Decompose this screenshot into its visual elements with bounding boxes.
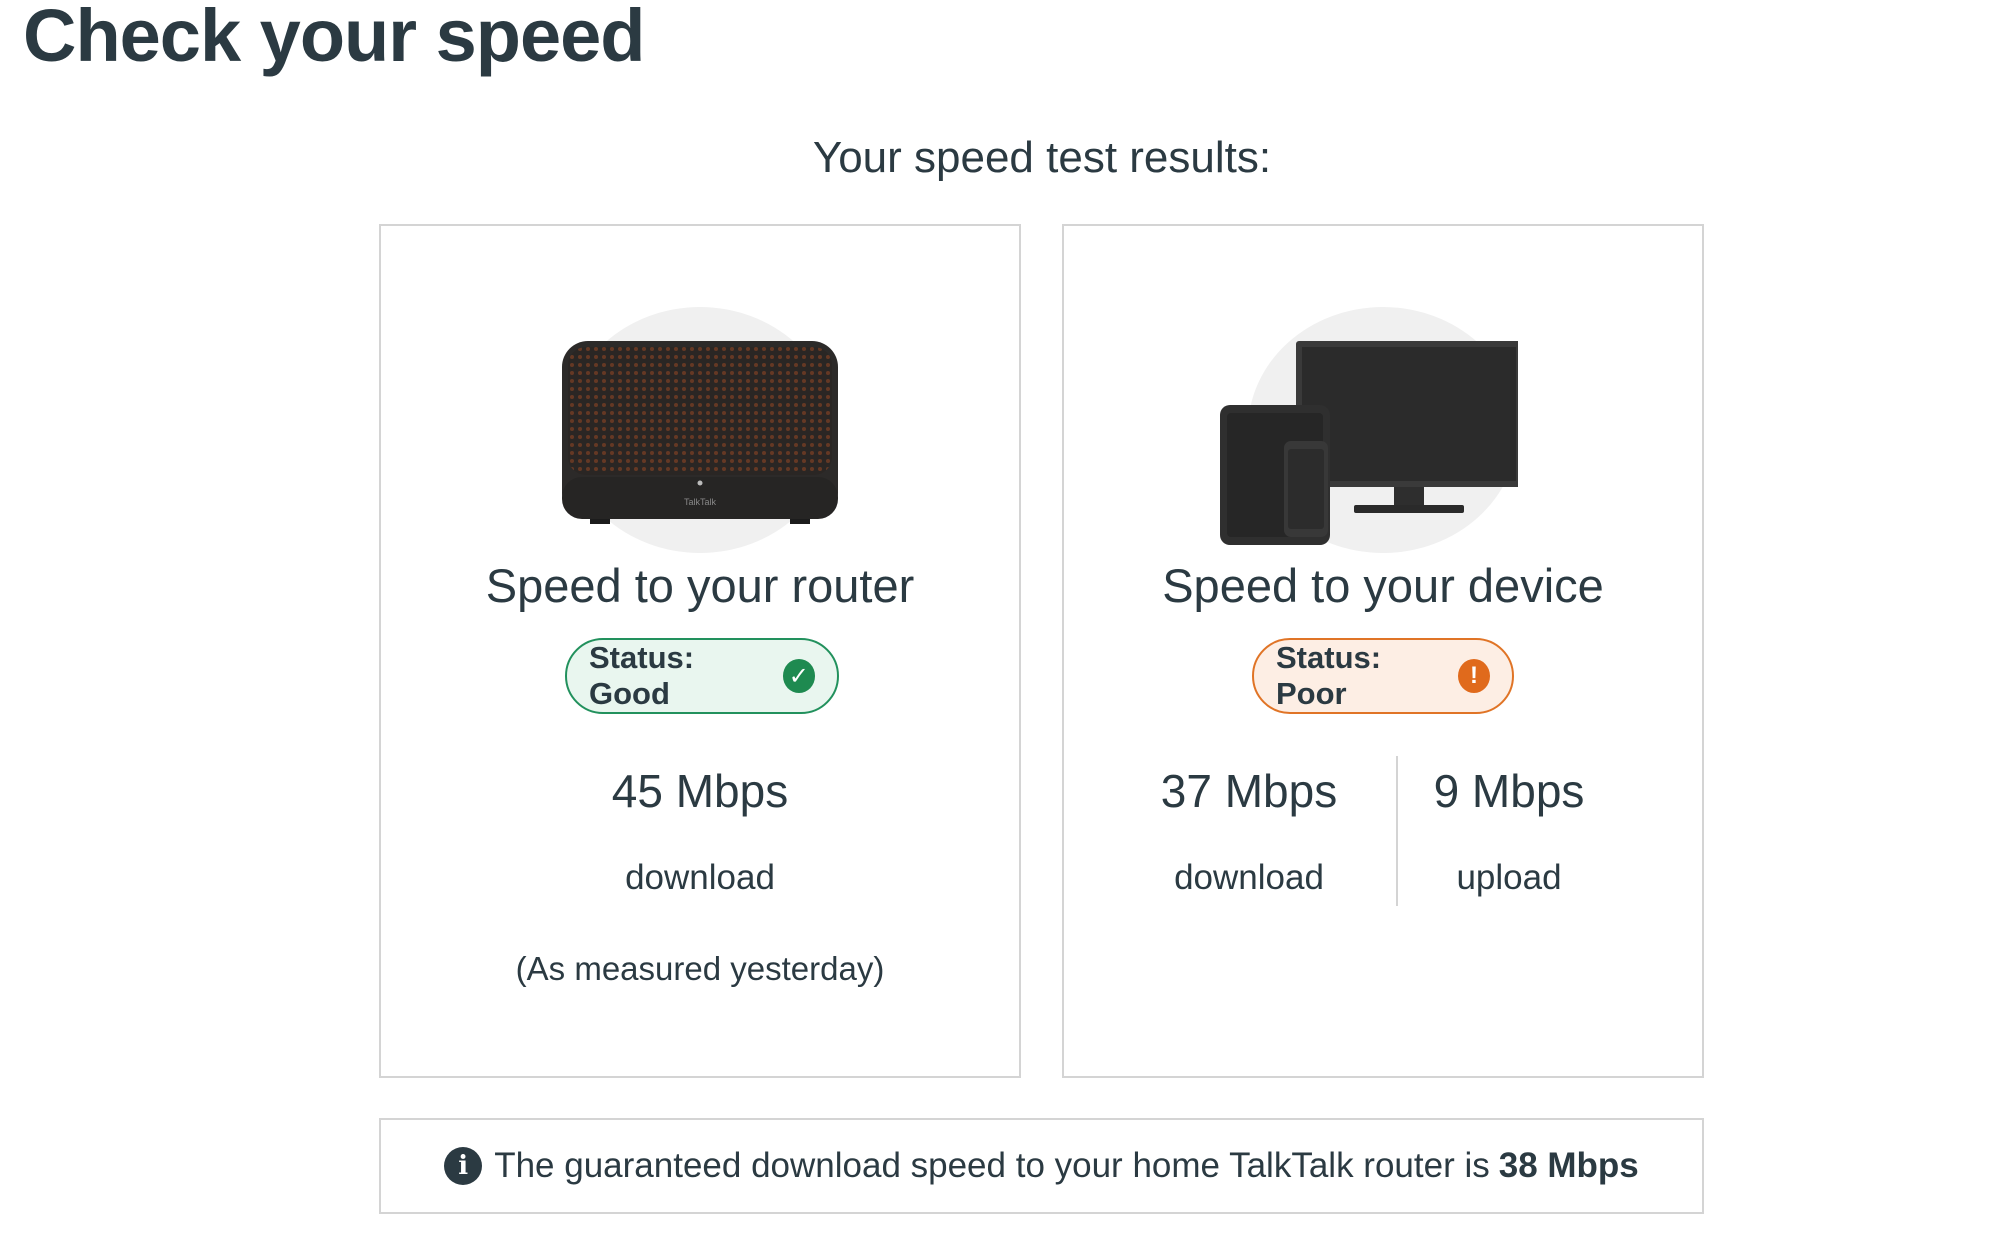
router-image: TalkTalk [562, 341, 838, 524]
device-upload-label: upload [1456, 858, 1562, 897]
device-speed-card: Speed to your device Status: Poor ! 37 M… [1062, 224, 1704, 1078]
svg-text:TalkTalk: TalkTalk [684, 497, 717, 507]
router-status-badge: Status: Good ✓ [565, 638, 839, 714]
check-circle-icon: ✓ [782, 659, 815, 693]
router-card-title: Speed to your router [485, 559, 915, 612]
devices-image [1220, 341, 1518, 545]
device-status-badge: Status: Poor ! [1252, 638, 1514, 714]
router-download-label: download [625, 858, 775, 897]
guaranteed-speed-info-bar: i The guaranteed download speed to your … [379, 1118, 1704, 1214]
speed-check-page: Check your speed Your speed test results… [0, 0, 2014, 1234]
router-illustration: TalkTalk [562, 307, 838, 553]
device-illustration [1220, 307, 1518, 553]
device-card-title: Speed to your device [1162, 559, 1604, 612]
router-status-label: Status: Good [589, 640, 695, 711]
info-icon: i [444, 1147, 483, 1185]
device-download-label: download [1174, 858, 1324, 897]
results-heading: Your speed test results: [812, 133, 1272, 182]
exclamation-circle-icon: ! [1457, 659, 1490, 693]
info-text: The guaranteed download speed to your ho… [494, 1146, 1490, 1185]
measured-note: (As measured yesterday) [515, 950, 885, 987]
device-upload-value: 9 Mbps [1433, 765, 1585, 817]
router-speed-card: TalkTalk Speed to your router Status: Go… [379, 224, 1021, 1078]
page-title: Check your speed [23, 0, 645, 77]
device-status-label: Status: Poor [1276, 640, 1382, 711]
device-download-value: 37 Mbps [1160, 765, 1338, 817]
router-download-value: 45 Mbps [611, 765, 789, 817]
guaranteed-speed-value: 38 Mbps [1498, 1146, 1639, 1185]
